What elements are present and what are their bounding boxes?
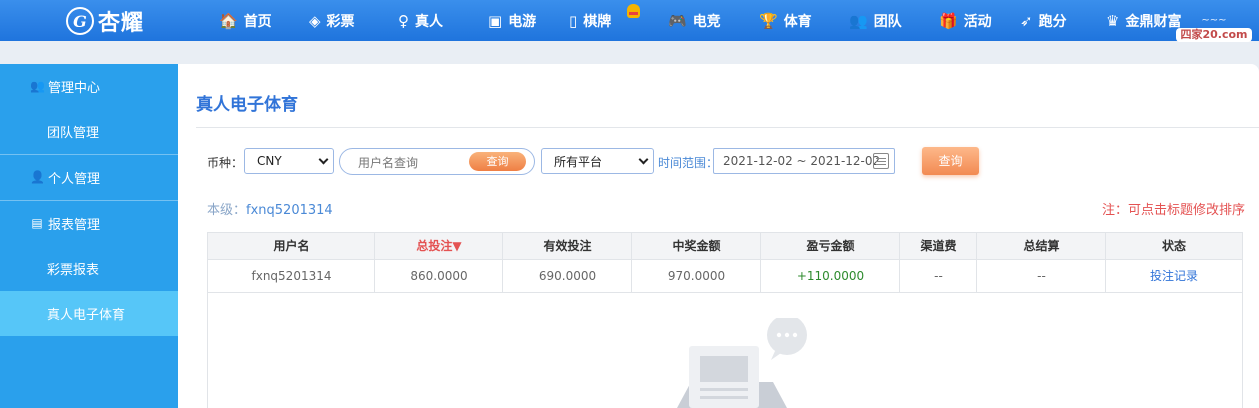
nav-running-score[interactable]: ➶ 跑分 [1020,0,1067,41]
slot-icon: ▣ [488,11,503,30]
col-header-win-amount[interactable]: 中奖金额 [632,233,761,260]
sidebar-item-report-management[interactable]: ▤ 报表管理 [0,213,178,233]
nav-label: 真人 [415,13,443,30]
nav-label: 电游 [508,13,537,30]
hot-badge-icon [627,4,640,18]
gift-icon: 🎁 [939,11,958,30]
trophy-icon: 🏆 [759,11,778,30]
chevron-down-icon [318,154,329,165]
col-header-username[interactable]: 用户名 [208,233,375,260]
sidebar-item-label: 彩票报表 [47,262,100,278]
date-range-value: 2021-12-02 ~ 2021-12-02 [723,154,881,168]
team-icon: 👥 [30,79,45,93]
cell-channel-fee: -- [934,269,943,283]
search-button[interactable]: 查询 [469,152,526,171]
chevron-down-icon [638,154,649,165]
col-header-settlement[interactable]: 总结算 [977,233,1106,260]
nav-activity[interactable]: 🎁 活动 [939,0,992,41]
logo[interactable]: G 杏耀 [66,6,144,36]
empty-state-illustration [677,318,807,408]
sidebar-item-label: 个人管理 [48,171,101,187]
cell-valid-bet: 690.0000 [538,269,597,283]
lottery-icon: ◈ [309,11,321,30]
sidebar-item-label: 真人电子体育 [47,307,126,323]
col-header-channel-fee[interactable]: 渠道费 [900,233,977,260]
sidebar-item-label: 团队管理 [47,125,100,141]
nav-home[interactable]: 🏠 首页 [219,0,272,41]
calendar-icon[interactable] [873,153,889,169]
cell-total-bet: 860.0000 [410,269,468,283]
currency-label: 币种： [207,156,244,170]
nav-slots[interactable]: ▣ 电游 [488,0,536,41]
sidebar-divider [0,200,178,201]
sidebar-item-label: 报表管理 [48,217,101,233]
sort-hint-note: 注：可点击标题修改排序 [1101,203,1245,218]
date-range-input[interactable]: 2021-12-02 ~ 2021-12-02 [713,148,895,174]
gamepad-icon: 🎮 [668,11,687,30]
sidebar-item-team-management[interactable]: 团队管理 [0,121,178,141]
nav-label: 跑分 [1038,13,1067,30]
sidebar-item-management-center[interactable]: 👥 管理中心 [0,76,178,96]
sidebar-item-label: 管理中心 [48,80,101,96]
level-user-link[interactable]: fxnq5201314 [246,203,333,218]
sidebar: 👥 管理中心 团队管理 👤 个人管理 ▤ 报表管理 彩票报表 真人电子体育 [0,64,178,408]
logo-emblem-icon: G [66,7,94,35]
page-title: 真人电子体育 [196,95,298,115]
nav-label: 活动 [963,13,992,30]
row-divider [208,292,1242,293]
col-header-total-bet[interactable]: 总投注▼ [375,233,503,260]
col-header-valid-bet[interactable]: 有效投注 [503,233,632,260]
cell-settlement: -- [1037,269,1046,283]
nav-team[interactable]: 👥 团队 [849,0,902,41]
nav-sports[interactable]: 🏆 体育 [759,0,812,41]
platform-select[interactable]: 所有平台 [541,148,654,174]
bet-record-link[interactable]: 投注记录 [1106,261,1242,292]
cell-profit: +110.0000 [796,269,865,283]
nav-label: 棋牌 [583,13,612,30]
nav-label: 电竞 [692,13,721,30]
team-icon: 👥 [849,11,868,30]
nav-esports[interactable]: 🎮 电竞 [668,0,721,41]
currency-select[interactable]: CNY [244,148,334,174]
currency-value: CNY [257,154,282,168]
nav-label: 团队 [873,13,902,30]
live-dealer-icon: ♀ [398,11,409,30]
nav-label: 首页 [243,13,272,30]
cell-win-amount: 970.0000 [667,269,726,283]
title-divider [196,127,1259,128]
col-header-status: 状态 [1161,239,1186,253]
report-icon: ▤ [31,216,43,230]
home-icon: 🏠 [219,11,238,30]
sidebar-item-live-esports[interactable]: 真人电子体育 [0,303,178,323]
top-navigation-bar: G 杏耀 🏠 首页 ◈ 彩票 ♀ 真人 ▣ 电游 ▯ 棋牌 🎮 电竞 🏆 体育 👥 团队 🎁 活动… [0,0,1259,41]
nav-cards[interactable]: ▯ 棋牌 [569,0,611,41]
sidebar-item-lottery-report[interactable]: 彩票报表 [0,258,178,278]
nav-live[interactable]: ♀ 真人 [398,0,443,41]
user-icon: 👤 [30,170,45,184]
username-placeholder: 用户名查询 [358,156,419,170]
wealth-icon: ♛ [1106,11,1120,30]
nav-label: 彩票 [326,13,355,30]
col-header-profit[interactable]: 盈亏金额 [761,233,900,260]
time-range-label: 时间范围： [658,156,719,170]
platform-value: 所有平台 [554,154,603,169]
logo-text: 杏耀 [98,11,145,36]
nav-wealth[interactable]: ♛ 金鼎财富 [1106,0,1181,41]
current-level: 本级：fxnq5201314 [207,199,333,218]
sidebar-divider [0,154,178,155]
sidebar-item-personal-management[interactable]: 👤 个人管理 [0,167,178,187]
runner-icon: ➶ [1020,11,1033,30]
query-button[interactable]: 查询 [922,147,979,175]
nav-label: 体育 [783,13,812,30]
cell-username[interactable]: fxnq5201314 [208,261,375,292]
nav-lottery[interactable]: ◈ 彩票 [309,0,355,41]
username-search-input[interactable]: 用户名查询 查询 [339,148,535,175]
watermark-line2: 四家20.com [1176,28,1252,42]
watermark-line1: ~~~ [1201,15,1227,26]
watermark: ~~~ 四家20.com [1172,14,1256,50]
level-label: 本级： [207,203,247,218]
cards-icon: ▯ [569,11,578,30]
